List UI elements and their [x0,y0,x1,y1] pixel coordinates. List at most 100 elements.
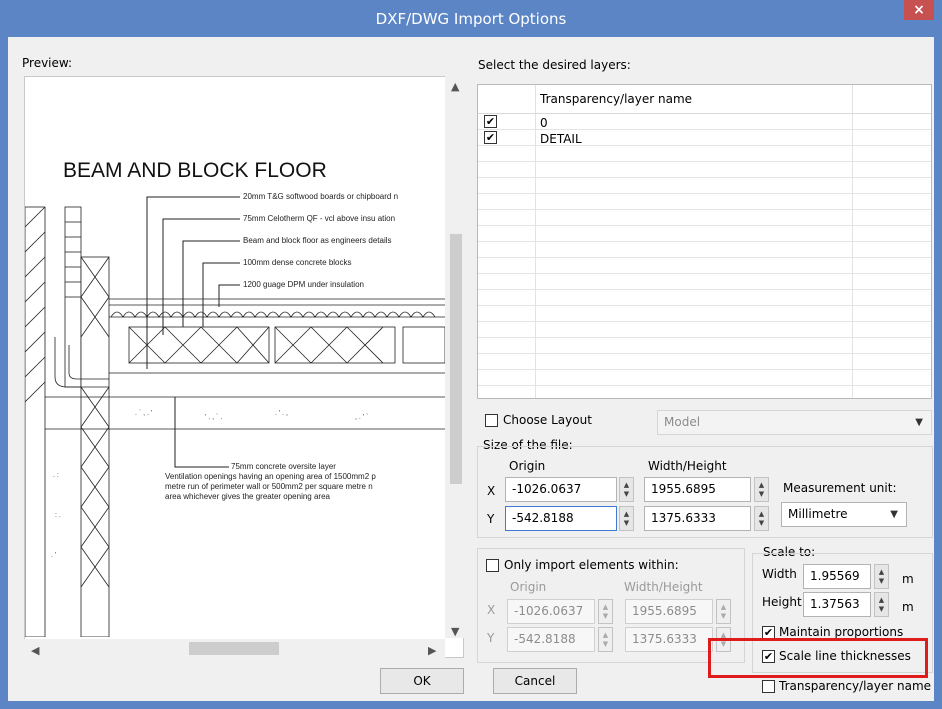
table-row[interactable]: ✔ DETAIL [478,130,931,146]
layer-checkbox[interactable]: ✔ [484,115,497,128]
layout-select-value: Model [664,415,701,429]
table-header: Transparency/layer name [478,85,931,114]
horizontal-scroll-thumb[interactable] [189,642,279,655]
table-row-empty [478,226,931,242]
scroll-left-icon[interactable]: ◀ [31,644,39,657]
svg-text:. :: . : [53,472,59,479]
table-row-empty [478,194,931,210]
drawing-note-2: Ventilation openings having an opening a… [165,472,376,481]
drawing-note-4: area whichever gives the greater opening… [165,492,331,501]
drawing-title: BEAM AND BLOCK FLOOR [63,159,327,182]
column-header-layer-name: Transparency/layer name [540,92,693,106]
table-row-empty [478,146,931,162]
chevron-down-icon: ▼ [890,509,898,520]
table-row-empty [478,274,931,290]
drawing-annotation-3: Beam and block floor as engineers detail… [243,236,392,245]
file-height-field[interactable]: 1375.6333 [644,506,751,531]
window-frame-left [0,37,8,709]
scale-width-unit: m [902,572,914,586]
scroll-up-icon[interactable]: ▲ [451,80,459,93]
preview-pane: BEAM AND BLOCK FLOOR 20mm T&G softwood b… [24,76,464,658]
file-origin-y-spinner[interactable]: ▲ ▼ [619,506,634,531]
within-x-label: X [487,603,496,617]
within-origin-y-spinner[interactable]: ▲ ▼ [598,627,613,652]
file-origin-x-spinner[interactable]: ▲ ▼ [619,477,634,502]
layers-table: Transparency/layer name ✔ 0 ✔ DETAIL [477,84,932,399]
scale-height-spinner[interactable]: ▲ ▼ [874,592,889,617]
scale-height-label: Height [762,595,802,609]
file-y-label: Y [487,512,495,526]
choose-layout-label: Choose Layout [503,413,592,427]
measurement-unit-label: Measurement unit: [783,481,897,495]
scroll-down-icon[interactable]: ▼ [451,625,459,638]
scale-width-field[interactable]: 1.95569 [803,564,871,589]
preview-label: Preview: [22,56,73,70]
within-origin-x-spinner[interactable]: ▲ ▼ [598,599,613,624]
table-row-empty [478,210,931,226]
ok-button[interactable]: OK [380,668,464,694]
file-width-field[interactable]: 1955.6895 [644,477,751,502]
vertical-scroll-thumb[interactable] [450,234,462,484]
table-row-empty [478,306,931,322]
scale-height-unit: m [902,600,914,614]
within-wh-label: Width/Height [624,580,703,594]
layer-checkbox[interactable]: ✔ [484,131,497,144]
file-width-spinner[interactable]: ▲ ▼ [754,477,769,502]
import-within-checkbox[interactable] [486,559,499,572]
table-row-empty [478,162,931,178]
file-origin-y-field[interactable]: -542.8188 [505,506,617,531]
svg-text:. ` , . ': . ` , . ' [135,410,152,417]
file-height-spinner[interactable]: ▲ ▼ [754,506,769,531]
layout-select[interactable]: Model ▼ [657,410,932,435]
maintain-proportions-label: Maintain proportions [779,625,904,639]
within-height-field[interactable]: 1375.6333 [625,627,713,652]
svg-text:. ' . ,: . ' . , [275,410,288,417]
drawing-annotation-2: 75mm Celotherm QF - vcl above insu ation [243,214,395,223]
layers-label: Select the desired layers: [478,58,631,72]
within-width-spinner[interactable]: ▲ ▼ [716,599,731,624]
scale-width-label: Width [762,567,797,581]
drawing-note-1: 75mm concrete oversite layer [231,462,336,471]
layer-name: DETAIL [540,132,582,146]
table-row-empty [478,322,931,338]
import-within-label: Only import elements within: [504,558,679,572]
transparency-layer-name-label: Transparency/layer name [779,679,932,693]
file-origin-label: Origin [509,459,546,473]
table-row-empty [478,338,931,354]
table-row-empty [478,242,931,258]
svg-text:, . ' `: , . ' ` [355,414,368,421]
table-row-empty [478,354,931,370]
close-button[interactable]: × [904,0,934,20]
file-x-label: X [487,484,496,498]
table-row-empty [478,258,931,274]
table-row[interactable]: ✔ 0 [478,114,931,130]
svg-text:' . , ` .: ' . , ` . [205,414,222,421]
measurement-unit-select[interactable]: Millimetre ▼ [781,502,907,527]
within-y-label: Y [487,631,495,645]
svg-text:. ': . ' [51,552,56,559]
scale-height-field[interactable]: 1.37563 [803,592,871,617]
title-bar: DXF/DWG Import Options [0,0,942,37]
within-width-field[interactable]: 1955.6895 [625,599,713,624]
within-origin-y-field[interactable]: -542.8188 [507,627,595,652]
scroll-right-icon[interactable]: ▶ [428,644,436,657]
choose-layout-checkbox[interactable] [485,414,498,427]
file-wh-label: Width/Height [648,459,727,473]
table-row-empty [478,290,931,306]
window-frame-bottom [0,701,942,709]
chevron-down-icon: ▼ [915,417,923,428]
close-icon: × [913,2,925,18]
transparency-layer-name-checkbox[interactable] [762,680,775,693]
svg-text:: .: : . [55,512,61,519]
within-origin-x-field[interactable]: -1026.0637 [507,599,595,624]
file-origin-x-field[interactable]: -1026.0637 [505,477,617,502]
table-row-empty [478,370,931,386]
table-row-empty [478,178,931,194]
annotation-highlight-box [708,638,928,678]
drawing-annotation-1: 20mm T&G softwood boards or chipboard n [243,192,398,201]
cancel-button[interactable]: Cancel [493,668,577,694]
window-frame-right [934,37,942,709]
drawing-annotation-5: 1200 guage DPM under insulation [243,280,364,289]
within-origin-label: Origin [510,580,547,594]
scale-width-spinner[interactable]: ▲ ▼ [874,564,889,589]
